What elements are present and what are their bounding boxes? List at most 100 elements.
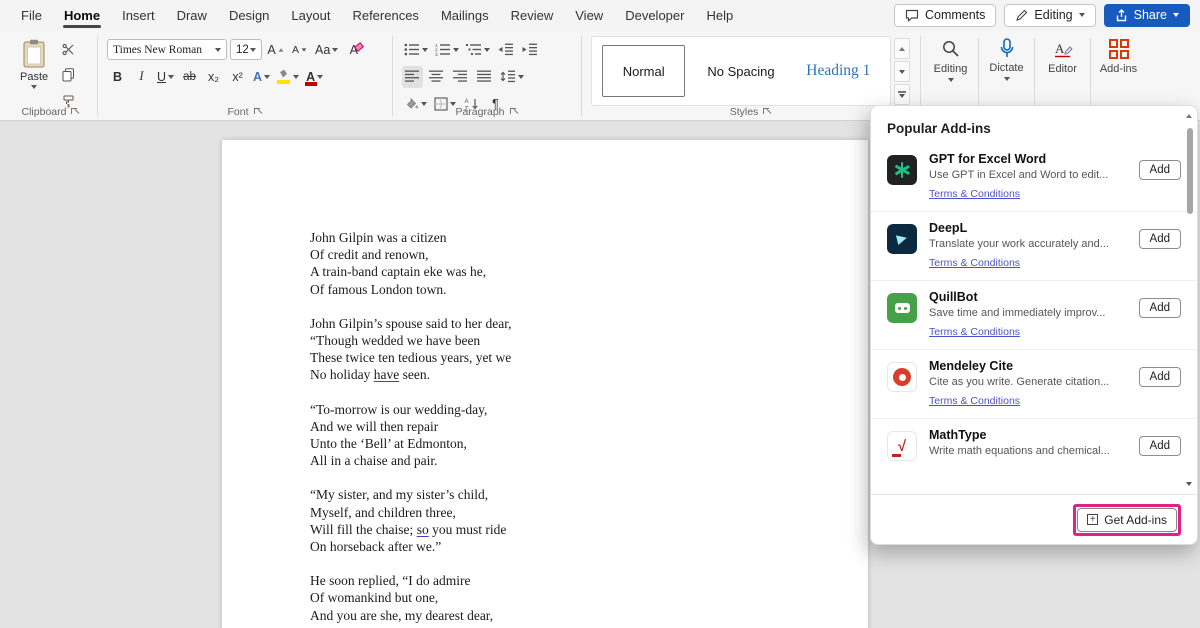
menu-tab-file[interactable]: File <box>10 2 53 29</box>
addin-name: MathType <box>929 428 1127 442</box>
highlight-color-button[interactable] <box>275 66 301 88</box>
justify-button[interactable] <box>474 66 495 88</box>
styles-scroll-up-button[interactable] <box>894 38 910 59</box>
dialog-launcher-icon[interactable] <box>71 108 80 117</box>
menu-tab-home[interactable]: Home <box>53 2 111 29</box>
superscript-button[interactable]: x² <box>227 66 248 88</box>
style-heading1[interactable]: Heading 1 <box>797 45 880 97</box>
highlighter-icon <box>277 70 291 84</box>
styles-more-button[interactable] <box>894 84 910 105</box>
grow-font-button[interactable]: A <box>265 39 286 61</box>
menu-tab-mailings[interactable]: Mailings <box>430 2 500 29</box>
add-button[interactable]: Add <box>1139 298 1181 318</box>
addin-item: DeepLTranslate your work accurately and.… <box>871 211 1197 280</box>
highlight-box: Get Add-ins <box>1073 504 1181 536</box>
mendeley-logo-icon <box>887 362 917 392</box>
poem-line: No holiday have seen. <box>310 366 512 383</box>
editing-mode-button[interactable]: Editing <box>1004 4 1095 27</box>
text-effects-button[interactable]: A <box>251 66 272 88</box>
get-addins-button[interactable]: Get Add-ins <box>1077 508 1177 532</box>
stanza: “My sister, and my sister’s child,Myself… <box>310 486 512 555</box>
chevron-down-icon <box>293 75 299 79</box>
plus-icon <box>1087 514 1098 525</box>
font-size-select[interactable]: 12 <box>230 39 262 60</box>
paste-button[interactable]: Paste <box>14 36 54 112</box>
styles-scroll-down-button[interactable] <box>894 61 910 82</box>
poem: John Gilpin was a citizenOf credit and r… <box>310 229 512 628</box>
copy-button[interactable] <box>58 64 79 86</box>
add-button[interactable]: Add <box>1139 229 1181 249</box>
font-color-button[interactable]: A <box>304 66 325 88</box>
bold-button[interactable]: B <box>107 66 128 88</box>
addins-grid-icon <box>1108 38 1130 60</box>
comments-button[interactable]: Comments <box>894 4 996 27</box>
align-center-button[interactable] <box>426 66 447 88</box>
svg-text:A: A <box>1055 41 1065 56</box>
dialog-launcher-icon[interactable] <box>254 108 263 117</box>
multilevel-list-button[interactable] <box>464 39 492 61</box>
addin-description: Cite as you write. Generate citation... <box>929 376 1127 388</box>
dialog-launcher-icon[interactable] <box>510 108 519 117</box>
poem-line: He soon replied, “I do admire <box>310 572 512 589</box>
cut-button[interactable] <box>58 38 79 60</box>
bullets-button[interactable] <box>402 39 430 61</box>
style-normal[interactable]: Normal <box>602 45 685 97</box>
font-family-select[interactable]: Times New Roman <box>107 39 227 60</box>
italic-button[interactable]: I <box>131 66 152 88</box>
menu-tab-references[interactable]: References <box>341 2 429 29</box>
menu-tab-layout[interactable]: Layout <box>280 2 341 29</box>
add-button[interactable]: Add <box>1139 160 1181 180</box>
align-left-button[interactable] <box>402 66 423 88</box>
panel-scrollbar[interactable] <box>1185 112 1195 488</box>
terms-link[interactable]: Terms & Conditions <box>929 395 1020 407</box>
change-case-button[interactable]: Aa <box>313 39 340 61</box>
terms-link[interactable]: Terms & Conditions <box>929 257 1020 269</box>
addin-info: QuillBotSave time and immediately improv… <box>929 290 1127 340</box>
addin-description: Use GPT in Excel and Word to edit... <box>929 169 1127 181</box>
underline-button[interactable]: U <box>155 66 176 88</box>
menu-tab-draw[interactable]: Draw <box>166 2 218 29</box>
gpt-logo-icon <box>887 155 917 185</box>
chevron-down-icon <box>1004 77 1010 81</box>
terms-link[interactable]: Terms & Conditions <box>929 188 1020 200</box>
menu-tab-view[interactable]: View <box>564 2 614 29</box>
align-right-button[interactable] <box>450 66 471 88</box>
underline-glyph: U <box>157 70 166 84</box>
menu-tab-design[interactable]: Design <box>218 2 280 29</box>
terms-link[interactable]: Terms & Conditions <box>929 326 1020 338</box>
subscript-button[interactable]: x₂ <box>203 66 224 88</box>
menu-tab-developer[interactable]: Developer <box>614 2 695 29</box>
grammar-underline: so <box>417 522 429 537</box>
topbar-right: Comments Editing Share <box>894 4 1190 27</box>
group-divider <box>581 36 582 116</box>
scroll-thumb[interactable] <box>1187 128 1193 214</box>
mendeley-glyph <box>893 368 911 386</box>
add-button[interactable]: Add <box>1139 367 1181 387</box>
menu-tab-review[interactable]: Review <box>500 2 565 29</box>
add-button[interactable]: Add <box>1139 436 1181 456</box>
menu-tab-insert[interactable]: Insert <box>111 2 166 29</box>
document-page[interactable]: John Gilpin was a citizenOf credit and r… <box>222 140 868 628</box>
menu-tab-help[interactable]: Help <box>695 2 744 29</box>
title-menu-bar: FileHomeInsertDrawDesignLayoutReferences… <box>0 0 1200 30</box>
poem-line: These twice ten tedious years, yet we <box>310 349 512 366</box>
addin-info: GPT for Excel WordUse GPT in Excel and W… <box>929 152 1127 202</box>
strikethrough-button[interactable]: ab <box>179 66 200 88</box>
chevron-down-icon <box>450 102 456 106</box>
clipboard-icon <box>21 39 47 69</box>
style-nospacing[interactable]: No Spacing <box>699 45 782 97</box>
clear-formatting-button[interactable]: A <box>343 39 364 61</box>
dialog-launcher-icon[interactable] <box>763 108 772 117</box>
editing-mode-label: Editing <box>1034 8 1072 22</box>
line-spacing-button[interactable] <box>498 66 526 88</box>
styles-gallery-arrows <box>894 36 910 106</box>
share-button[interactable]: Share <box>1104 4 1190 27</box>
chevron-down-icon <box>317 75 323 79</box>
decrease-indent-button[interactable] <box>495 39 516 61</box>
increase-indent-button[interactable] <box>519 39 540 61</box>
styles-group-label: Styles <box>585 106 917 118</box>
editing-label: Editing <box>934 63 968 75</box>
numbering-button[interactable]: 123 <box>433 39 461 61</box>
shrink-font-button[interactable]: A <box>289 39 310 61</box>
poem-line: Of credit and renown, <box>310 246 512 263</box>
